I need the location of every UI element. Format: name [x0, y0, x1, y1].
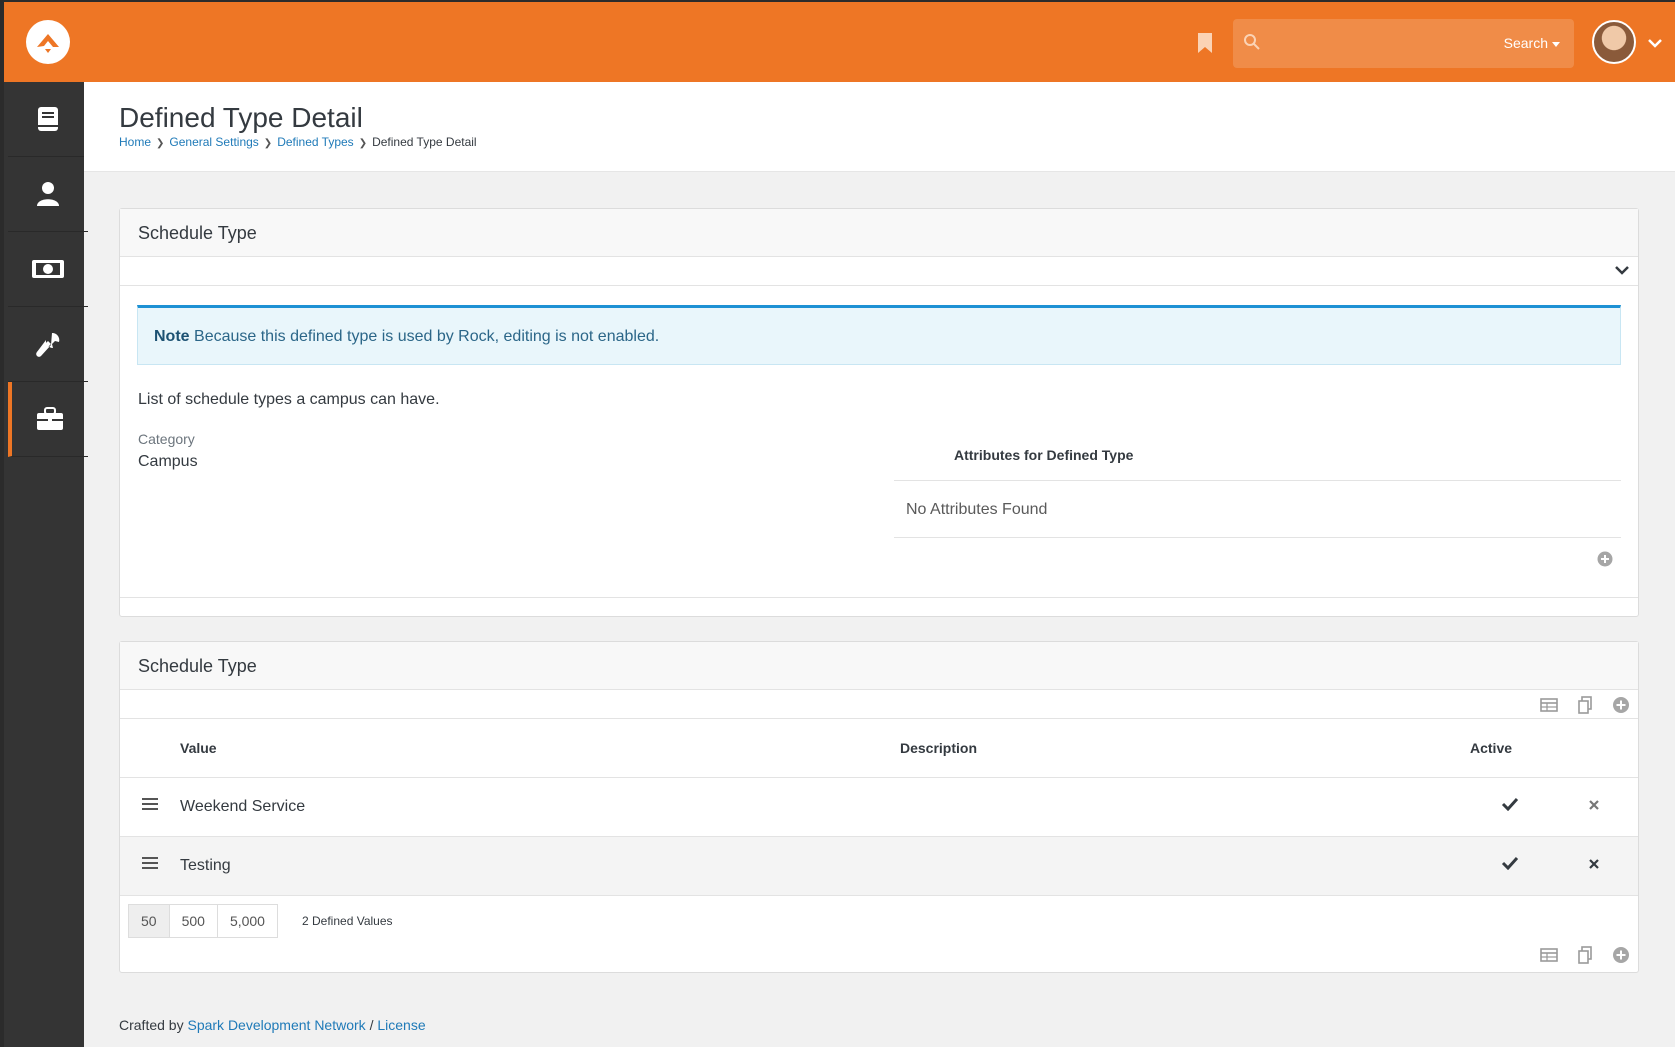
merge-template-icon[interactable] [1576, 946, 1594, 964]
add-value-icon[interactable] [1612, 946, 1630, 964]
item-count: 2 Defined Values [302, 914, 393, 928]
avatar[interactable] [1592, 20, 1636, 64]
footer-license-link[interactable]: License [377, 1017, 425, 1033]
briefcase-icon [37, 407, 63, 430]
reorder-handle[interactable] [120, 777, 180, 837]
chevron-right-icon: ❯ [156, 138, 165, 149]
search-input[interactable]: Search [1233, 19, 1574, 68]
sidebar-item-finance[interactable] [8, 232, 88, 307]
search-type-dropdown[interactable]: Search [1504, 35, 1560, 51]
page-size-5000[interactable]: 5,000 [216, 904, 278, 938]
breadcrumb-general-settings[interactable]: General Settings [169, 135, 258, 149]
value-cell: Testing [180, 836, 900, 896]
alert-label: Note [154, 328, 190, 345]
caret-down-icon [1552, 41, 1560, 47]
breadcrumb: Home ❯ General Settings ❯ Defined Types ❯ Defi… [119, 135, 477, 149]
defined-values-table: Value Description Active Weekend Service [120, 719, 1638, 896]
footer-separator: / [369, 1017, 374, 1033]
person-icon [37, 182, 59, 206]
page-footer: Crafted by Spark Development Network / L… [119, 1017, 426, 1033]
book-icon [38, 107, 58, 131]
sidebar-item-book[interactable] [8, 82, 88, 157]
reorder-handle[interactable] [120, 836, 180, 896]
merge-template-icon[interactable] [1576, 696, 1594, 714]
page-header: Defined Type Detail Home ❯ General Setting… [84, 82, 1675, 172]
check-icon [1501, 856, 1519, 871]
panel-drawer[interactable] [120, 257, 1638, 286]
category-label: Category [138, 431, 195, 447]
chevron-right-icon: ❯ [263, 138, 273, 149]
attributes-grid: Attributes for Defined Type No Attribute… [894, 429, 1621, 567]
page-size-selector: 50 500 5,000 [128, 904, 278, 938]
chevron-down-icon[interactable] [1647, 36, 1663, 48]
close-icon [1589, 799, 1599, 810]
description-cell [900, 777, 1470, 837]
footer-spark-link[interactable]: Spark Development Network [187, 1017, 365, 1033]
chevron-right-icon: ❯ [358, 138, 368, 149]
defined-values-panel: Schedule Type Value Description Active W… [119, 641, 1639, 973]
page-size-50[interactable]: 50 [128, 904, 170, 938]
footer-prefix: Crafted by [119, 1017, 184, 1033]
active-cell [1470, 836, 1550, 896]
sidebar [0, 82, 88, 1047]
defined-type-description: List of schedule types a campus can have… [138, 391, 440, 408]
value-cell: Weekend Service [180, 777, 900, 837]
column-header-description[interactable]: Description [900, 719, 1470, 778]
close-icon [1589, 858, 1599, 869]
top-bar: Search [0, 0, 1675, 82]
delete-column-header [1550, 719, 1638, 778]
breadcrumb-home[interactable]: Home [119, 135, 151, 149]
panel-title: Schedule Type [120, 209, 1638, 257]
category-value: Campus [138, 453, 198, 470]
active-cell [1470, 777, 1550, 837]
defined-type-detail-panel: Schedule Type Note Because this defined … [119, 208, 1639, 617]
add-attribute-icon[interactable] [1597, 551, 1613, 567]
chevron-down-icon[interactable] [1614, 264, 1630, 276]
export-excel-icon[interactable] [1540, 696, 1558, 714]
alert-text: Because this defined type is used by Roc… [194, 328, 660, 345]
page-title: Defined Type Detail [119, 102, 363, 133]
grid-actions-bottom [120, 940, 1638, 972]
note-alert: Note Because this defined type is used b… [137, 305, 1621, 365]
hamburger-icon [142, 798, 158, 810]
rock-logo-icon[interactable] [26, 20, 70, 64]
check-icon [1501, 797, 1519, 812]
description-cell [900, 836, 1470, 896]
breadcrumb-current: Defined Type Detail [372, 135, 477, 149]
delete-button[interactable] [1550, 777, 1638, 837]
breadcrumb-defined-types[interactable]: Defined Types [277, 135, 354, 149]
grid-actions-top [120, 690, 1638, 719]
bookmark-icon[interactable] [1197, 32, 1217, 56]
search-icon [1244, 34, 1260, 50]
reorder-column-header [120, 719, 180, 778]
add-value-icon[interactable] [1612, 696, 1630, 714]
sidebar-item-tools[interactable] [8, 382, 88, 457]
panel-title: Schedule Type [120, 642, 1638, 690]
delete-button[interactable] [1550, 836, 1638, 896]
panel-footer [120, 597, 1638, 616]
export-excel-icon[interactable] [1540, 946, 1558, 964]
attributes-heading: Attributes for Defined Type [894, 429, 1621, 481]
hamburger-icon [142, 857, 158, 869]
table-header-row: Value Description Active [120, 719, 1638, 778]
search-type-label: Search [1503, 35, 1548, 51]
column-header-value[interactable]: Value [180, 719, 900, 778]
money-icon [32, 260, 64, 278]
table-row[interactable]: Testing [120, 836, 1638, 896]
sidebar-item-admin-tools[interactable] [8, 307, 88, 382]
table-row[interactable]: Weekend Service [120, 777, 1638, 837]
page-size-500[interactable]: 500 [168, 904, 218, 938]
attributes-empty-message: No Attributes Found [894, 481, 1621, 538]
sidebar-item-people[interactable] [8, 157, 88, 232]
column-header-active[interactable]: Active [1470, 719, 1550, 778]
wrench-icon [36, 332, 60, 357]
